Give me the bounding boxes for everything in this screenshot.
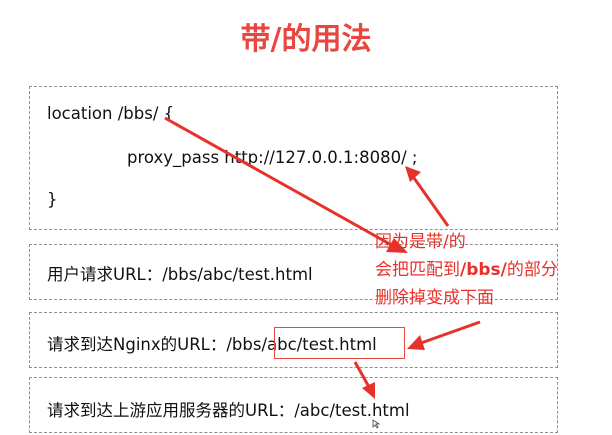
note-line-2-bold: /bbs/ xyxy=(460,260,507,280)
note-line-1: 因为是带/的 xyxy=(375,232,466,252)
annotation-arrows xyxy=(164,116,481,399)
note-line-3: 删除掉变成下面 xyxy=(375,288,494,308)
arrow-note-to-highlight xyxy=(420,320,481,345)
arrow-note-to-slash xyxy=(412,177,450,227)
note-line-2-post: 的部分 xyxy=(506,260,558,280)
mouse-cursor-icon xyxy=(372,419,380,429)
arrow-bbs-to-note xyxy=(164,116,396,249)
annotation-note: 因为是带/的 会把匹配到/bbs/的部分 删除掉变成下面 xyxy=(375,228,558,312)
note-line-2: 会把匹配到/bbs/的部分 xyxy=(375,256,558,284)
arrow-highlight-to-upstream xyxy=(353,361,371,388)
arrow-slash-head xyxy=(405,166,421,182)
note-line-2-pre: 会把匹配到 xyxy=(375,260,460,280)
arrow-highlight-head xyxy=(407,335,425,350)
